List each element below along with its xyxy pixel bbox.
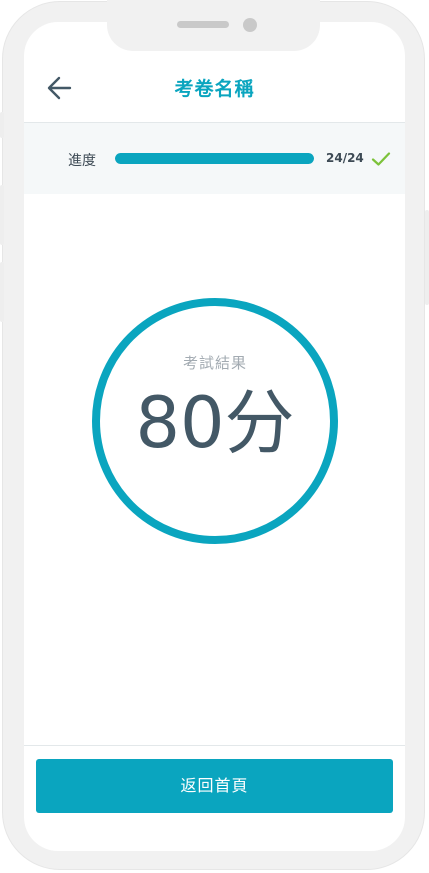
phone-speaker: [177, 21, 229, 28]
phone-side-button: [425, 210, 429, 305]
phone-side-button: [0, 185, 4, 245]
progress-bar: [115, 153, 314, 164]
progress-label: 進度: [68, 153, 96, 169]
return-home-button[interactable]: 返回首頁: [36, 759, 393, 813]
result-circle: 考試結果 80分: [92, 298, 338, 544]
app-header: 考卷名稱: [24, 52, 405, 123]
phone-side-button: [0, 262, 4, 322]
phone-side-button: [0, 112, 4, 138]
progress-bar-fill: [115, 153, 314, 164]
result-score: 80分: [135, 382, 295, 464]
check-icon: [371, 152, 391, 166]
footer-divider: [24, 745, 405, 746]
progress-count: 24/24: [326, 151, 364, 165]
result-label: 考試結果: [182, 354, 247, 372]
page-title: 考卷名稱: [174, 78, 255, 100]
progress-section: 進度 24/24: [24, 123, 405, 194]
phone-camera: [243, 18, 257, 32]
